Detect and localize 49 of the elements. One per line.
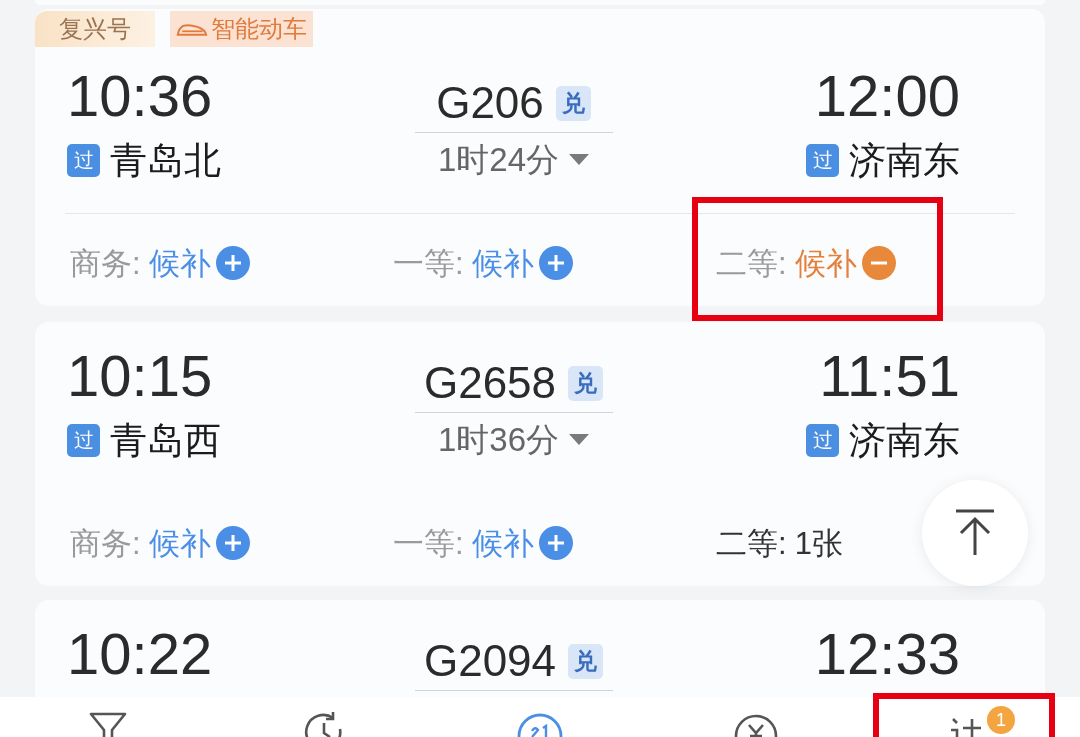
seat-class-label: 一等: (393, 527, 464, 559)
seat-status: 1张 (794, 527, 843, 559)
departure-time: 10:36 (67, 67, 213, 125)
ticket-tag: 兑 (568, 643, 604, 679)
seat-class-label: 二等: (716, 247, 787, 279)
duration-text: 1时36分 (437, 422, 560, 456)
plus-icon[interactable] (215, 526, 250, 560)
plus-icon[interactable] (215, 246, 250, 280)
plus-icon[interactable] (538, 526, 573, 560)
seat-status: 候补 (794, 247, 857, 279)
ticket-tag: 兑 (555, 85, 591, 121)
train-card[interactable]: 10:15 过 青岛西 G2658 兑 1时36分 11:51 过 济南东 商务: 候补 一等: 候补 二等: 1张 (35, 322, 1045, 586)
seat-class-label: 商务: (70, 247, 141, 279)
departure-station: 青岛北 (110, 141, 221, 179)
plus-icon[interactable] (538, 246, 573, 280)
minus-icon[interactable] (861, 246, 896, 280)
seat-class-label: 二等: (716, 527, 787, 559)
departure-time: 10:22 (67, 625, 213, 683)
train-number: G206 (436, 81, 544, 125)
tag-label: 智能动车 (211, 17, 307, 41)
arrow-up-icon (954, 509, 996, 557)
arrival-time: 12:33 (814, 625, 960, 683)
train-number: G2658 (423, 361, 557, 405)
arrival-station: 济南东 (849, 421, 960, 459)
seat-status: 候补 (471, 527, 534, 559)
station-tag: 过 (67, 143, 100, 177)
station-tag: 过 (806, 423, 839, 457)
departure-time: 10:15 (67, 347, 213, 405)
seat-class-label: 商务: (70, 527, 141, 559)
seat-status: 候补 (148, 527, 211, 559)
train-card[interactable]: 10:22 G2094 兑 12:33 (35, 600, 1045, 697)
arrival-time: 12:00 (814, 67, 960, 125)
departure-station: 青岛西 (110, 421, 221, 459)
date-ring-icon[interactable] (516, 711, 564, 737)
caret-icon[interactable] (569, 433, 590, 445)
seat-status: 候补 (148, 247, 211, 279)
count-badge: 1 (987, 706, 1015, 734)
seat-class-label: 一等: (393, 247, 464, 279)
train-number: G2094 (423, 639, 557, 683)
arrival-time: 11:51 (819, 347, 960, 405)
train-icon (176, 21, 208, 37)
station-tag: 过 (806, 143, 839, 177)
seat-status: 候补 (471, 247, 534, 279)
caret-icon[interactable] (569, 153, 590, 165)
train-type-tag: 复兴号 (35, 11, 155, 47)
station-tag: 过 (67, 423, 100, 457)
arrival-station: 济南东 (849, 141, 960, 179)
ticket-tag: 兑 (568, 365, 604, 401)
duration-text: 1时24分 (437, 142, 560, 176)
